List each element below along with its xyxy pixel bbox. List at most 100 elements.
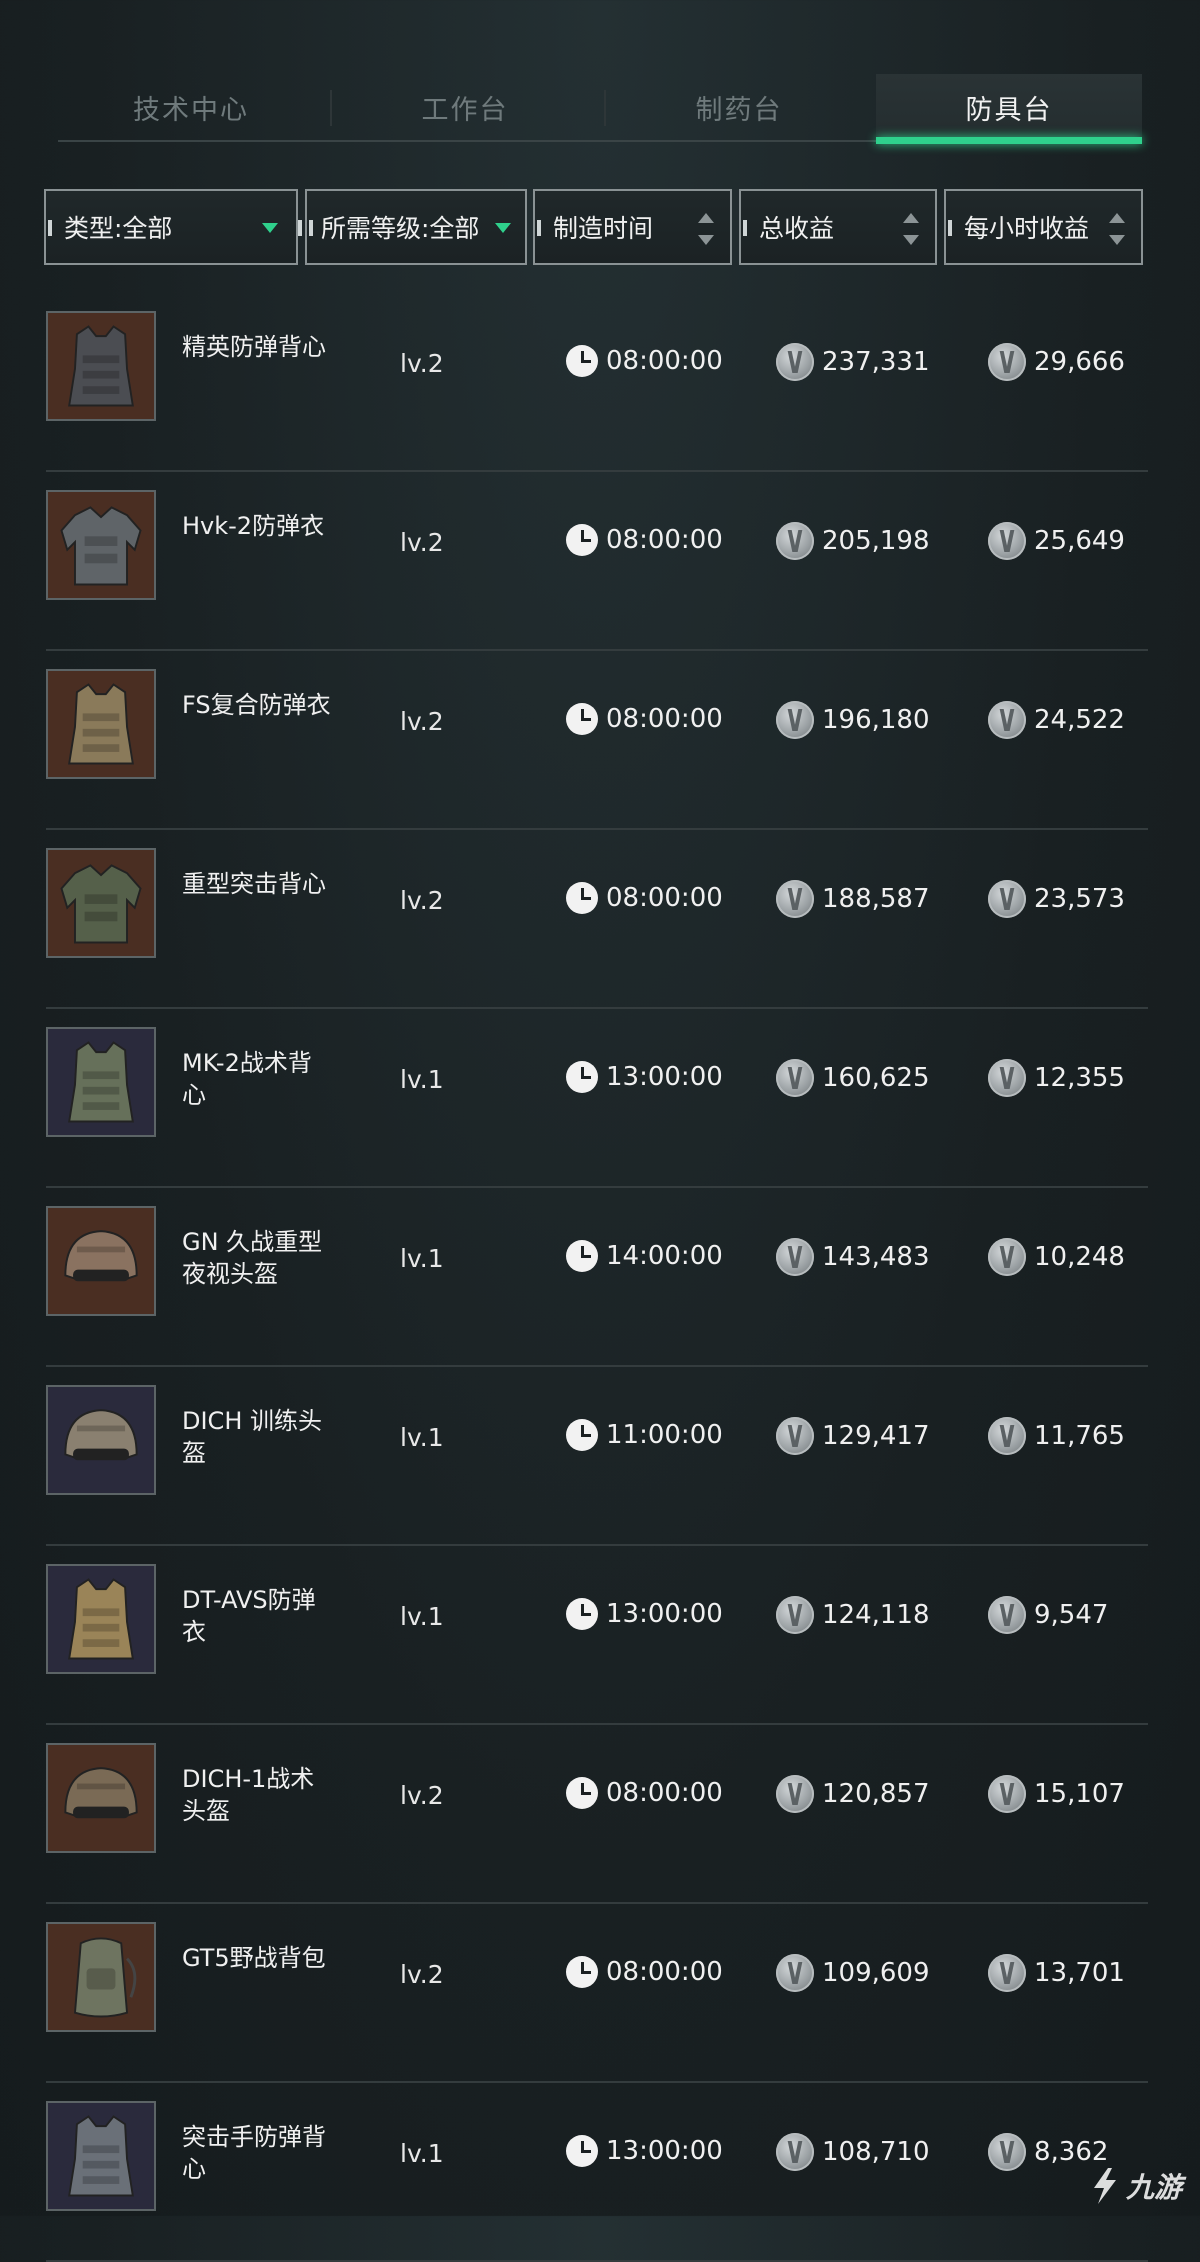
craft-time-value: 13:00:00 [606,1062,723,1092]
item-level: lv.1 [400,1602,444,1631]
helmet-icon [48,1208,154,1314]
item-name: FS复合防弹衣 [182,691,331,719]
item-thumbnail [46,1743,156,1853]
list-item[interactable]: 精英防弹背心 lv.2 08:00:00 237,331 29,666 [46,293,1148,472]
craft-item-list: 精英防弹背心 lv.2 08:00:00 237,331 29,666 Hvk-2防弹衣 l… [46,293,1148,2262]
item-level: lv.1 [400,1423,444,1452]
craft-time-sort-button[interactable]: 制造时间 [533,189,732,265]
total-income-value: 205,198 [822,526,930,556]
coin-icon [776,2133,814,2171]
hourly-income-value: 23,573 [1034,884,1125,914]
coin-icon [988,880,1026,918]
total-income-value: 160,625 [822,1063,930,1093]
coin-icon [988,1775,1026,1813]
clock-icon [566,524,598,556]
coin-icon [776,343,814,381]
list-item[interactable]: DICH 训练头盔 lv.1 11:00:00 129,417 11,765 [46,1367,1148,1546]
item-level: lv.2 [400,886,444,915]
hourly-income-value: 29,666 [1034,347,1125,377]
craft-time: 13:00:00 [566,1061,723,1093]
item-name: 精英防弹背心 [182,333,326,361]
hourly-income-sort-label: 每小时收益 [964,214,1090,243]
list-item[interactable]: 突击手防弹背心 lv.1 13:00:00 108,710 8,362 [46,2083,1148,2262]
item-level: lv.2 [400,528,444,557]
item-thumbnail [46,1564,156,1674]
item-level: lv.1 [400,1065,444,1094]
list-item[interactable]: Hvk-2防弹衣 lv.2 08:00:00 205,198 25,649 [46,472,1148,651]
list-item[interactable]: GT5野战背包 lv.2 08:00:00 109,609 13,701 [46,1904,1148,2083]
total-income: 109,609 [776,1954,930,1992]
hourly-income: 10,248 [988,1238,1125,1276]
craft-time-value: 08:00:00 [606,346,723,376]
list-item[interactable]: DICH-1战术头盔 lv.2 08:00:00 120,857 15,107 [46,1725,1148,1904]
craft-time-value: 08:00:00 [606,704,723,734]
list-item[interactable]: DT-AVS防弹衣 lv.1 13:00:00 124,118 9,547 [46,1546,1148,1725]
clock-icon [566,1240,598,1272]
hourly-income-sort-button[interactable]: 每小时收益 [944,189,1143,265]
list-item[interactable]: FS复合防弹衣 lv.2 08:00:00 196,180 24,522 [46,651,1148,830]
backpack-icon [48,1924,154,2030]
filter-marker [309,220,313,236]
helmet-icon [48,1745,154,1851]
craft-time-value: 13:00:00 [606,2136,723,2166]
tab-label: 技术中心 [133,94,249,126]
coin-icon [988,701,1026,739]
item-name: DT-AVS防弹衣 [182,1586,316,1646]
sort-arrows-icon [903,213,919,245]
clock-icon [566,882,598,914]
craft-time: 08:00:00 [566,1956,723,1988]
tab-workbench[interactable]: 工作台 [332,74,606,140]
clock-icon [566,703,598,735]
total-income: 124,118 [776,1596,930,1634]
hourly-income-value: 11,765 [1034,1421,1125,1451]
hourly-income-value: 15,107 [1034,1779,1125,1809]
type-filter-dropdown[interactable]: 类型:全部 [44,189,302,265]
coin-icon [776,1238,814,1276]
level-filter-dropdown[interactable]: 所需等级:全部 [305,189,527,265]
total-income-sort-button[interactable]: 总收益 [739,189,937,265]
hourly-income: 23,573 [988,880,1125,918]
hourly-income: 24,522 [988,701,1125,739]
item-name: MK-2战术背心 [182,1049,312,1109]
filter-marker [743,220,747,236]
total-income-value: 109,609 [822,1958,930,1988]
hourly-income-value: 12,355 [1034,1063,1125,1093]
clock-icon [566,345,598,377]
coin-icon [988,1417,1026,1455]
armor-icon [48,850,154,956]
craft-time-sort-label: 制造时间 [553,214,654,243]
item-thumbnail [46,1922,156,2032]
item-name: GN 久战重型夜视头盔 [182,1228,323,1288]
tab-armor-bench[interactable]: 防具台 [876,74,1142,144]
craft-time-value: 11:00:00 [606,1420,723,1450]
hourly-income-value: 10,248 [1034,1242,1125,1272]
coin-icon [776,1596,814,1634]
total-income: 108,710 [776,2133,930,2171]
active-tab-indicator [876,137,1142,144]
craft-time-value: 13:00:00 [606,1599,723,1629]
total-income: 188,587 [776,880,930,918]
clock-icon [566,1777,598,1809]
tab-pharmacy[interactable]: 制药台 [606,74,880,140]
logo-icon [1093,2168,1116,2204]
clock-icon [566,1419,598,1451]
total-income-value: 143,483 [822,1242,930,1272]
clock-icon [566,2135,598,2167]
hourly-income: 9,547 [988,1596,1108,1634]
total-income: 120,857 [776,1775,930,1813]
item-thumbnail [46,669,156,779]
craft-time: 08:00:00 [566,882,723,914]
list-item[interactable]: 重型突击背心 lv.2 08:00:00 188,587 23,573 [46,830,1148,1009]
hourly-income-value: 25,649 [1034,526,1125,556]
coin-icon [776,522,814,560]
item-thumbnail [46,848,156,958]
craft-time: 08:00:00 [566,1777,723,1809]
item-name: DICH 训练头盔 [182,1407,322,1467]
coin-icon [988,343,1026,381]
coin-icon [776,1954,814,1992]
clock-icon [566,1956,598,1988]
list-item[interactable]: GN 久战重型夜视头盔 lv.1 14:00:00 143,483 10,248 [46,1188,1148,1367]
list-item[interactable]: MK-2战术背心 lv.1 13:00:00 160,625 12,355 [46,1009,1148,1188]
tab-tech-center[interactable]: 技术中心 [58,74,332,140]
item-level: lv.2 [400,1781,444,1810]
